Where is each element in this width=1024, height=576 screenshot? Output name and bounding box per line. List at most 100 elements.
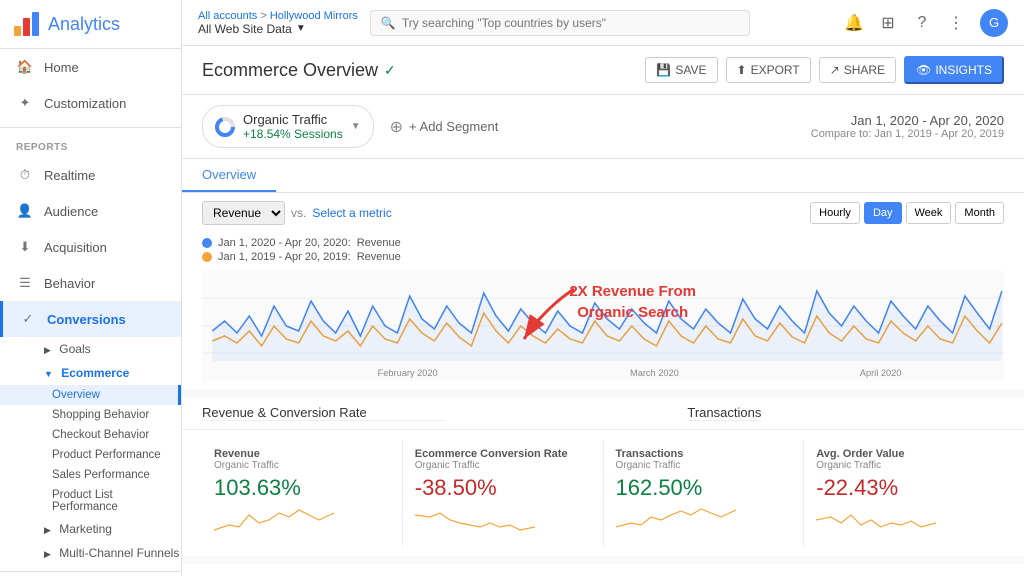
chart-controls: Revenue vs. Select a metric Hourly Day W… <box>182 193 1024 233</box>
metric-title-order-value: Avg. Order Value <box>816 448 992 460</box>
chart-area: 2X Revenue FromOrganic Search <box>182 271 1024 389</box>
sidebar-item-realtime[interactable]: ⏱ Realtime <box>0 157 181 193</box>
sidebar-item-product-list-performance[interactable]: Product List Performance <box>0 485 181 517</box>
time-btn-day[interactable]: Day <box>864 202 902 224</box>
metric-card-conversion: Ecommerce Conversion Rate Organic Traffi… <box>403 440 604 546</box>
page-header: Ecommerce Overview ✓ 💾 SAVE ⬆ EXPORT ↗ S… <box>182 46 1024 95</box>
metric-card-revenue: Revenue Organic Traffic 103.63% <box>202 440 403 546</box>
legend-blue-dot <box>202 238 212 248</box>
time-btn-month[interactable]: Month <box>955 202 1004 224</box>
sparkline-revenue <box>214 505 334 535</box>
metrics-section: Revenue & Conversion Rate Transactions R… <box>182 397 1024 556</box>
search-input[interactable] <box>402 16 739 30</box>
metrics-cards: Revenue Organic Traffic 103.63% Ecommerc… <box>182 430 1024 556</box>
sidebar: Analytics 🏠 Home ✦ Customization REPORTS… <box>0 0 182 576</box>
marketing-arrow-icon: ▶ <box>44 525 51 535</box>
sidebar-item-home[interactable]: 🏠 Home <box>0 49 181 85</box>
metric-sub-order-value: Organic Traffic <box>816 460 992 471</box>
account-selector[interactable]: All Web Site Data ▼ <box>198 22 358 36</box>
sidebar-item-sales-performance[interactable]: Sales Performance <box>0 465 181 485</box>
sparkline-conversion <box>415 505 535 535</box>
sidebar-item-multi-channel[interactable]: ▶ Multi-Channel Funnels <box>0 541 181 565</box>
reports-section-label: REPORTS <box>0 134 181 157</box>
share-icon: ↗ <box>830 63 840 77</box>
add-icon: ⊕ <box>390 117 403 137</box>
segment-donut-icon <box>215 117 235 137</box>
page-title: Ecommerce Overview ✓ <box>202 60 396 81</box>
notifications-icon[interactable]: 🔔 <box>844 13 864 33</box>
sidebar-item-behavior[interactable]: ☰ Behavior <box>0 265 181 301</box>
sidebar-header: Analytics <box>0 0 181 49</box>
metric-card-transactions: Transactions Organic Traffic 162.50% <box>604 440 805 546</box>
insights-icon: 👁 <box>916 63 931 77</box>
save-button[interactable]: 💾 SAVE <box>645 57 717 83</box>
legend-orange-dot <box>202 252 212 262</box>
annotation-arrow <box>494 279 594 349</box>
search-icon: 🔍 <box>381 16 396 30</box>
date-range: Jan 1, 2020 - Apr 20, 2020 Compare to: J… <box>811 113 1004 140</box>
breadcrumb-all-accounts[interactable]: All accounts <box>198 10 257 22</box>
metric-selector: Revenue vs. Select a metric <box>202 201 392 225</box>
more-icon[interactable]: ⋮ <box>946 13 966 33</box>
svg-text:February 2020: February 2020 <box>378 368 438 378</box>
search-bar[interactable]: 🔍 <box>370 10 750 36</box>
metric-sub-transactions: Organic Traffic <box>616 460 792 471</box>
customization-icon: ✦ <box>16 94 34 112</box>
vs-label: vs. <box>291 206 306 220</box>
sidebar-item-shopping-behavior[interactable]: Shopping Behavior <box>0 405 181 425</box>
metric-sub-conversion: Organic Traffic <box>415 460 591 471</box>
sidebar-item-acquisition[interactable]: ⬇ Acquisition <box>0 229 181 265</box>
realtime-icon: ⏱ <box>16 166 34 184</box>
help-icon[interactable]: ? <box>912 13 932 33</box>
metric-value-order-value: -22.43% <box>816 475 992 501</box>
apps-icon[interactable]: ⊞ <box>878 13 898 33</box>
save-icon: 💾 <box>656 63 671 77</box>
chart-legend: Jan 1, 2020 - Apr 20, 2020: Revenue Jan … <box>182 233 1024 271</box>
sidebar-item-overview[interactable]: Overview <box>0 385 181 405</box>
sidebar-title: Analytics <box>48 14 120 35</box>
breadcrumb: All accounts > Hollywood Mirrors <box>198 10 358 22</box>
segment-bar: Organic Traffic +18.54% Sessions ▼ ⊕ + A… <box>182 95 1024 159</box>
overview-panel: Overview <box>182 159 1024 193</box>
metric-title-conversion: Ecommerce Conversion Rate <box>415 448 591 460</box>
metric-dropdown[interactable]: Revenue <box>202 201 285 225</box>
segment-organic-traffic[interactable]: Organic Traffic +18.54% Sessions ▼ <box>202 105 374 148</box>
transactions-section-title: Transactions <box>687 405 761 421</box>
sidebar-item-marketing[interactable]: ▶ Marketing <box>0 517 181 541</box>
avatar[interactable]: G <box>980 9 1008 37</box>
topbar-actions: 🔔 ⊞ ? ⋮ G <box>844 9 1008 37</box>
metric-title-revenue: Revenue <box>214 448 390 460</box>
metric-value-conversion: -38.50% <box>415 475 591 501</box>
sidebar-item-customization[interactable]: ✦ Customization <box>0 85 181 121</box>
breadcrumb-property[interactable]: Hollywood Mirrors <box>270 10 358 22</box>
select-metric-link[interactable]: Select a metric <box>312 206 391 220</box>
tab-overview[interactable]: Overview <box>182 159 276 192</box>
sidebar-divider <box>0 127 181 128</box>
sidebar-item-goals[interactable]: ▶ Goals <box>0 337 181 361</box>
metric-card-order-value: Avg. Order Value Organic Traffic -22.43% <box>804 440 1004 546</box>
export-button[interactable]: ⬆ EXPORT <box>726 57 811 83</box>
legend-2019: Jan 1, 2019 - Apr 20, 2019: Revenue <box>202 251 1004 263</box>
time-btn-hourly[interactable]: Hourly <box>810 202 860 224</box>
add-segment-button[interactable]: ⊕ + Add Segment <box>390 117 499 137</box>
page-actions: 💾 SAVE ⬆ EXPORT ↗ SHARE 👁 INSIGHTS <box>645 56 1004 84</box>
conversions-icon: ✓ <box>19 310 37 328</box>
content-area: Ecommerce Overview ✓ 💾 SAVE ⬆ EXPORT ↗ S… <box>182 46 1024 576</box>
insights-button[interactable]: 👁 INSIGHTS <box>904 56 1004 84</box>
sidebar-item-ecommerce[interactable]: ▼ Ecommerce <box>0 361 181 385</box>
account-name: All Web Site Data <box>198 22 292 36</box>
time-buttons: Hourly Day Week Month <box>810 202 1004 224</box>
sidebar-item-checkout-behavior[interactable]: Checkout Behavior <box>0 425 181 445</box>
sidebar-item-conversions[interactable]: ✓ Conversions <box>0 301 181 337</box>
topbar: All accounts > Hollywood Mirrors All Web… <box>182 0 1024 46</box>
time-btn-week[interactable]: Week <box>906 202 952 224</box>
segment-dropdown-icon: ▼ <box>351 121 361 132</box>
main-content: All accounts > Hollywood Mirrors All Web… <box>182 0 1024 576</box>
share-button[interactable]: ↗ SHARE <box>819 57 896 83</box>
sidebar-item-audience[interactable]: 👤 Audience <box>0 193 181 229</box>
goals-arrow-icon: ▶ <box>44 345 51 355</box>
analytics-logo <box>12 10 40 38</box>
sidebar-item-product-performance[interactable]: Product Performance <box>0 445 181 465</box>
behavior-icon: ☰ <box>16 274 34 292</box>
marketing-section: Marketing Campaigns Internal Promotion O… <box>182 564 1024 576</box>
